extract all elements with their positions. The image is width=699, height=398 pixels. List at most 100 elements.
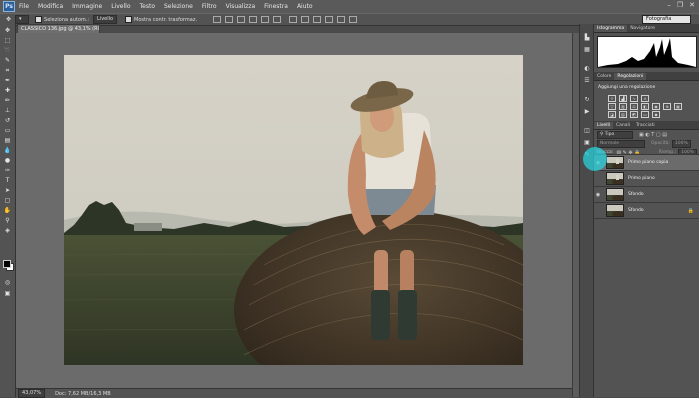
distribute-bottom-icon[interactable]	[313, 16, 322, 23]
layer-name[interactable]: Primo piano	[628, 176, 655, 181]
channels-panel-icon[interactable]: ▣	[583, 139, 591, 146]
dodge-tool-icon[interactable]: ●	[3, 157, 12, 164]
adjustments-panel-icon[interactable]: ☰	[583, 77, 591, 84]
layer-row[interactable]: Sfondo 🔒	[594, 202, 699, 219]
auto-select-dropdown[interactable]: Livello	[93, 15, 118, 24]
tab-livelli[interactable]: Livelli	[594, 122, 613, 129]
gradient-tool-icon[interactable]: ▤	[3, 137, 12, 144]
healing-brush-tool-icon[interactable]: ✚	[3, 87, 12, 94]
clone-stamp-tool-icon[interactable]: ⊥	[3, 107, 12, 114]
layer-name[interactable]: Sfondo	[628, 192, 644, 197]
threshold-icon[interactable]: ◩	[630, 111, 638, 118]
distribute-left-icon[interactable]	[325, 16, 334, 23]
align-bottom-icon[interactable]	[237, 16, 246, 23]
menu-finestra[interactable]: Finestra	[264, 3, 288, 10]
3d-tool-icon[interactable]: ◈	[3, 227, 12, 234]
lasso-tool-icon[interactable]: ➰	[3, 47, 12, 54]
close-icon[interactable]: ✕	[689, 1, 695, 9]
photo-filter-icon[interactable]: ◉	[652, 103, 660, 110]
layer-row[interactable]: Primo piano	[594, 170, 699, 186]
blend-mode-dropdown[interactable]: Normale	[597, 139, 645, 148]
color-lookup-icon[interactable]: ▦	[674, 103, 682, 110]
distribute-top-icon[interactable]	[289, 16, 298, 23]
tab-tracciati[interactable]: Tracciati	[633, 122, 658, 129]
history-brush-tool-icon[interactable]: ↺	[3, 117, 12, 124]
layer-filter-icons[interactable]: ▣ ◐ T ▢ ▤	[639, 132, 667, 138]
quick-selection-tool-icon[interactable]: ✎	[3, 57, 12, 64]
menu-immagine[interactable]: Immagine	[72, 3, 102, 10]
align-left-icon[interactable]	[249, 16, 258, 23]
foreground-color-swatch[interactable]	[3, 260, 11, 268]
menu-livello[interactable]: Livello	[111, 3, 130, 10]
screen-mode-icon[interactable]: ▣	[3, 290, 12, 297]
distribute-vcenter-icon[interactable]	[301, 16, 310, 23]
layer-name[interactable]: Primo piano copia	[628, 160, 668, 165]
selective-color-icon[interactable]: ◆	[652, 111, 660, 118]
zoom-tool-icon[interactable]: ⚲	[3, 217, 12, 224]
exposure-icon[interactable]: ±	[641, 95, 649, 102]
menu-file[interactable]: File	[19, 3, 29, 10]
quick-mask-icon[interactable]: ◎	[3, 279, 12, 286]
eraser-tool-icon[interactable]: ▭	[3, 127, 12, 134]
history-panel-icon[interactable]: ↻	[583, 96, 591, 103]
histogram-panel-icon[interactable]: ▙	[583, 34, 591, 41]
menu-modifica[interactable]: Modifica	[38, 3, 63, 10]
tab-regolazioni[interactable]: Regolazioni	[614, 73, 647, 80]
opacity-field[interactable]: 100%	[671, 139, 691, 148]
layer-filter-kind[interactable]: ⚲ Tipo	[597, 130, 633, 139]
document-info[interactable]: Doc: 7,62 MB/16,3 MB	[55, 391, 111, 397]
type-tool-icon[interactable]: T	[3, 177, 12, 184]
menu-aiuto[interactable]: Aiuto	[297, 3, 313, 10]
move-tool-icon[interactable]: ✥	[3, 27, 12, 34]
color-panel-icon[interactable]: ◐	[583, 65, 591, 72]
channel-mixer-icon[interactable]: ⊕	[663, 103, 671, 110]
layer-row[interactable]: ◉ Sfondo	[594, 186, 699, 202]
vibrance-icon[interactable]: ▽	[608, 103, 616, 110]
menu-selezione[interactable]: Selezione	[164, 3, 193, 10]
tab-navigatore[interactable]: Navigatore	[627, 25, 658, 32]
gradient-map-icon[interactable]: ▭	[641, 111, 649, 118]
distribute-right-icon[interactable]	[349, 16, 358, 23]
menu-filtro[interactable]: Filtro	[202, 3, 217, 10]
layers-panel-icon[interactable]: ◫	[583, 127, 591, 134]
black-white-icon[interactable]: ◧	[641, 103, 649, 110]
workspace-selector[interactable]: Fotografia	[642, 15, 691, 24]
document-image[interactable]	[64, 55, 523, 365]
menu-testo[interactable]: Testo	[140, 3, 156, 10]
eyedropper-tool-icon[interactable]: ✒	[3, 77, 12, 84]
distribute-hcenter-icon[interactable]	[337, 16, 346, 23]
actions-panel-icon[interactable]: ▶	[583, 108, 591, 115]
transform-controls-checkbox[interactable]	[125, 16, 133, 23]
pen-tool-icon[interactable]: ✑	[3, 167, 12, 174]
posterize-icon[interactable]: ▨	[619, 111, 627, 118]
layer-name[interactable]: Sfondo	[628, 208, 644, 213]
align-top-icon[interactable]	[213, 16, 222, 23]
brightness-icon[interactable]: ☼	[608, 95, 616, 102]
layer-row[interactable]: ◉ Primo piano copia	[594, 154, 699, 170]
minimize-icon[interactable]: –	[667, 1, 671, 9]
color-balance-icon[interactable]: ⚖	[630, 103, 638, 110]
invert-icon[interactable]: ◪	[608, 111, 616, 118]
curves-icon[interactable]: ∿	[630, 95, 638, 102]
align-vcenter-icon[interactable]	[225, 16, 234, 23]
tab-istogramma[interactable]: Istogramma	[594, 25, 628, 32]
levels-icon[interactable]: ▟	[619, 95, 627, 102]
restore-icon[interactable]: ❐	[677, 1, 683, 9]
tab-colore[interactable]: Colore	[594, 73, 614, 80]
brush-tool-icon[interactable]: ✏	[3, 97, 12, 104]
menu-visualizza[interactable]: Visualizza	[226, 3, 256, 10]
crop-tool-icon[interactable]: ⌗	[3, 67, 12, 74]
tool-preset-picker[interactable]: ▾	[15, 15, 30, 24]
align-right-icon[interactable]	[273, 16, 282, 23]
visibility-eye-icon[interactable]: ◉	[594, 192, 602, 198]
blur-tool-icon[interactable]: 💧	[3, 147, 12, 154]
marquee-tool-icon[interactable]: ⬚	[3, 37, 12, 44]
tab-canali[interactable]: Canali	[613, 122, 633, 129]
canvas-area[interactable]	[16, 33, 572, 388]
auto-select-checkbox[interactable]	[35, 16, 43, 23]
move-tool-icon[interactable]: ✥	[6, 16, 11, 23]
hue-saturation-icon[interactable]: ▥	[619, 103, 627, 110]
shape-tool-icon[interactable]: ▢	[3, 197, 12, 204]
path-selection-tool-icon[interactable]: ➤	[3, 187, 12, 194]
hand-tool-icon[interactable]: ✋	[3, 207, 12, 214]
